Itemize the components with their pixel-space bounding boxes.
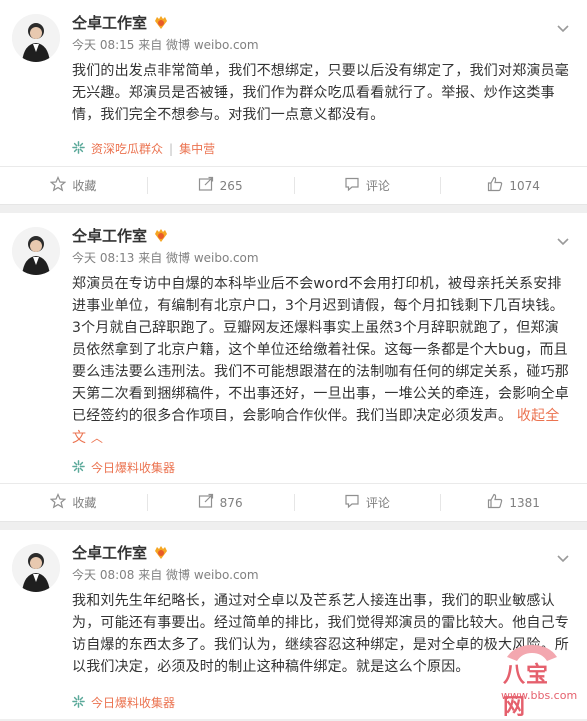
star-icon <box>50 176 67 195</box>
post-time[interactable]: 今天 08:13 <box>72 251 134 265</box>
repost-count: 265 <box>219 178 243 193</box>
action-bar: 收藏 265 评论 1074 <box>0 166 587 204</box>
source-label[interactable]: 今日爆料收集器 <box>91 459 175 476</box>
comment-button[interactable]: 评论 <box>293 167 441 204</box>
post-header: 仝卓工作室 今天 08:15 来自 微博 weibo.com <box>72 12 541 53</box>
post-meta: 今天 08:08 来自 微博 weibo.com <box>72 566 541 583</box>
favorite-button[interactable]: 收藏 <box>0 167 147 204</box>
post-text: 郑演员在专访中自爆的本科毕业后不会word不会用打印机，被母亲托关系安排进事业单… <box>72 273 569 449</box>
vip-badge-icon <box>153 14 169 30</box>
repost-count: 876 <box>219 495 243 510</box>
post-card: 仝卓工作室 今天 08:15 来自 微博 weibo.com 我们的出发点非常简… <box>0 0 587 205</box>
like-count: 1074 <box>509 178 540 193</box>
like-count: 1381 <box>509 495 540 510</box>
avatar[interactable] <box>12 14 60 62</box>
watermark-logo: 八宝网 www.bbs.com <box>497 639 577 720</box>
post-via: 来自 微博 weibo.com <box>138 251 259 265</box>
repost-icon <box>198 493 214 512</box>
action-bar: 收藏 876 评论 1381 <box>0 483 587 521</box>
like-button[interactable]: 1381 <box>440 484 587 521</box>
favorite-label: 收藏 <box>72 179 97 193</box>
source-extra[interactable]: 集中营 <box>179 140 215 157</box>
post-text: 我们的出发点非常简单，我们不想绑定，只要以后没有绑定了，我们对郑演员毫无兴趣。郑… <box>72 63 569 123</box>
favorite-button[interactable]: 收藏 <box>0 484 147 521</box>
vip-badge-icon <box>153 227 169 243</box>
post-card: 仝卓工作室 今天 08:08 来自 微博 weibo.com 我和刘先生年纪略长… <box>0 530 587 720</box>
thumbs-up-icon <box>487 176 503 195</box>
avatar[interactable] <box>12 544 60 592</box>
author-label: 仝卓工作室 <box>72 543 148 562</box>
chevron-up-icon: ︿ <box>90 431 104 445</box>
post-source[interactable]: 今日爆料收集器 <box>72 694 175 711</box>
watermark-url: www.bbs.com <box>501 689 578 702</box>
repost-button[interactable]: 265 <box>146 167 294 204</box>
comment-label: 评论 <box>365 496 390 510</box>
author-name[interactable]: 仝卓工作室 <box>72 225 169 245</box>
separator: | <box>169 141 174 156</box>
source-label[interactable]: 今日爆料收集器 <box>91 694 175 711</box>
comment-button[interactable]: 评论 <box>293 484 441 521</box>
post-via: 来自 微博 weibo.com <box>138 38 259 52</box>
post-time[interactable]: 今天 08:08 <box>72 568 134 582</box>
feed-gap <box>0 522 587 530</box>
favorite-label: 收藏 <box>72 496 97 510</box>
weibo-feed: 仝卓工作室 今天 08:15 来自 微博 weibo.com 我们的出发点非常简… <box>0 0 587 720</box>
chevron-down-icon[interactable] <box>553 548 573 568</box>
post-source[interactable]: 今日爆料收集器 <box>72 459 175 476</box>
author-name[interactable]: 仝卓工作室 <box>72 12 169 32</box>
chevron-down-icon[interactable] <box>553 231 573 251</box>
vip-badge-icon <box>153 544 169 560</box>
repost-icon <box>198 176 214 195</box>
sparkle-icon <box>72 140 85 157</box>
comment-icon <box>344 176 360 195</box>
source-label[interactable]: 资深吃瓜群众 <box>91 140 163 157</box>
post-source[interactable]: 资深吃瓜群众 | 集中营 <box>72 140 215 157</box>
post-text: 我和刘先生年纪略长，通过对仝卓以及芒系艺人接连出事，我们的职业敏感认为，可能还有… <box>72 593 569 675</box>
author-label: 仝卓工作室 <box>72 13 148 32</box>
chevron-down-icon[interactable] <box>553 18 573 38</box>
post-time[interactable]: 今天 08:15 <box>72 38 134 52</box>
like-button[interactable]: 1074 <box>440 167 587 204</box>
sparkle-icon <box>72 694 85 711</box>
post-card: 仝卓工作室 今天 08:13 来自 微博 weibo.com 郑演员在专访中自爆… <box>0 213 587 522</box>
post-meta: 今天 08:13 来自 微博 weibo.com <box>72 249 541 266</box>
avatar[interactable] <box>12 227 60 275</box>
post-meta: 今天 08:15 来自 微博 weibo.com <box>72 36 541 53</box>
author-name[interactable]: 仝卓工作室 <box>72 542 169 562</box>
post-body: 郑演员在专访中自爆的本科毕业后不会word不会用打印机，被母亲托关系安排进事业单… <box>72 276 569 424</box>
post-header: 仝卓工作室 今天 08:08 来自 微博 weibo.com <box>72 542 541 583</box>
post-header: 仝卓工作室 今天 08:13 来自 微博 weibo.com <box>72 225 541 266</box>
star-icon <box>50 493 67 512</box>
post-via: 来自 微博 weibo.com <box>138 568 259 582</box>
comment-label: 评论 <box>365 179 390 193</box>
author-label: 仝卓工作室 <box>72 226 148 245</box>
comment-icon <box>344 493 360 512</box>
feed-gap <box>0 205 587 213</box>
thumbs-up-icon <box>487 493 503 512</box>
sparkle-icon <box>72 459 85 476</box>
repost-button[interactable]: 876 <box>146 484 294 521</box>
